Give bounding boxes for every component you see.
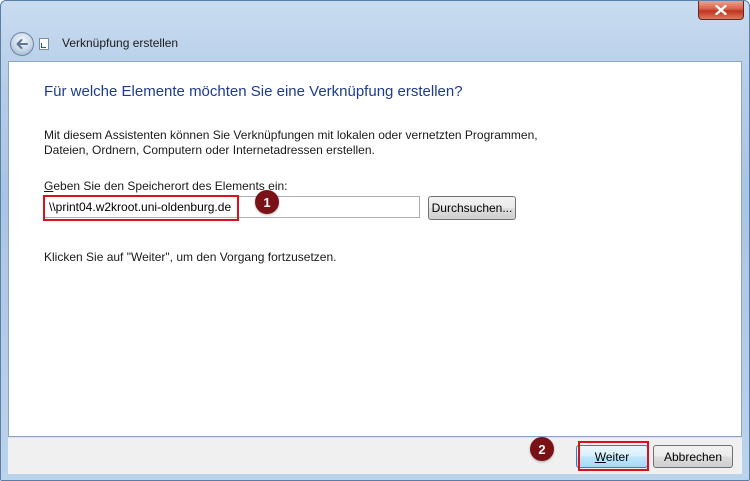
back-arrow-icon [16,39,28,49]
location-label-text: eben Sie den Speicherort des Elements ei… [53,179,288,193]
browse-button[interactable]: Durchsuchen... [428,196,516,220]
cancel-button[interactable]: Abbrechen [653,445,733,468]
window-title: Verknüpfung erstellen [62,36,179,50]
wizard-content: Für welche Elemente möchten Sie eine Ver… [8,61,742,437]
location-label-accesskey: G [44,179,54,193]
step-badge-1: 1 [255,190,279,214]
close-icon [715,5,727,15]
location-label: Geben Sie den Speicherort des Elements e… [44,179,288,193]
step-badge-2: 2 [530,437,554,461]
wizard-window: Verknüpfung erstellen Für welche Element… [0,0,750,481]
back-button[interactable] [10,32,34,56]
next-button[interactable]: Weiter [576,445,648,468]
shortcut-icon [39,38,49,50]
continue-hint: Klicken Sie auf "Weiter", um den Vorgang… [44,250,337,264]
description-text: Mit diesem Assistenten können Sie Verknü… [44,128,538,157]
page-heading: Für welche Elemente möchten Sie eine Ver… [44,83,463,100]
location-input[interactable] [44,196,420,218]
close-button[interactable] [698,1,744,20]
